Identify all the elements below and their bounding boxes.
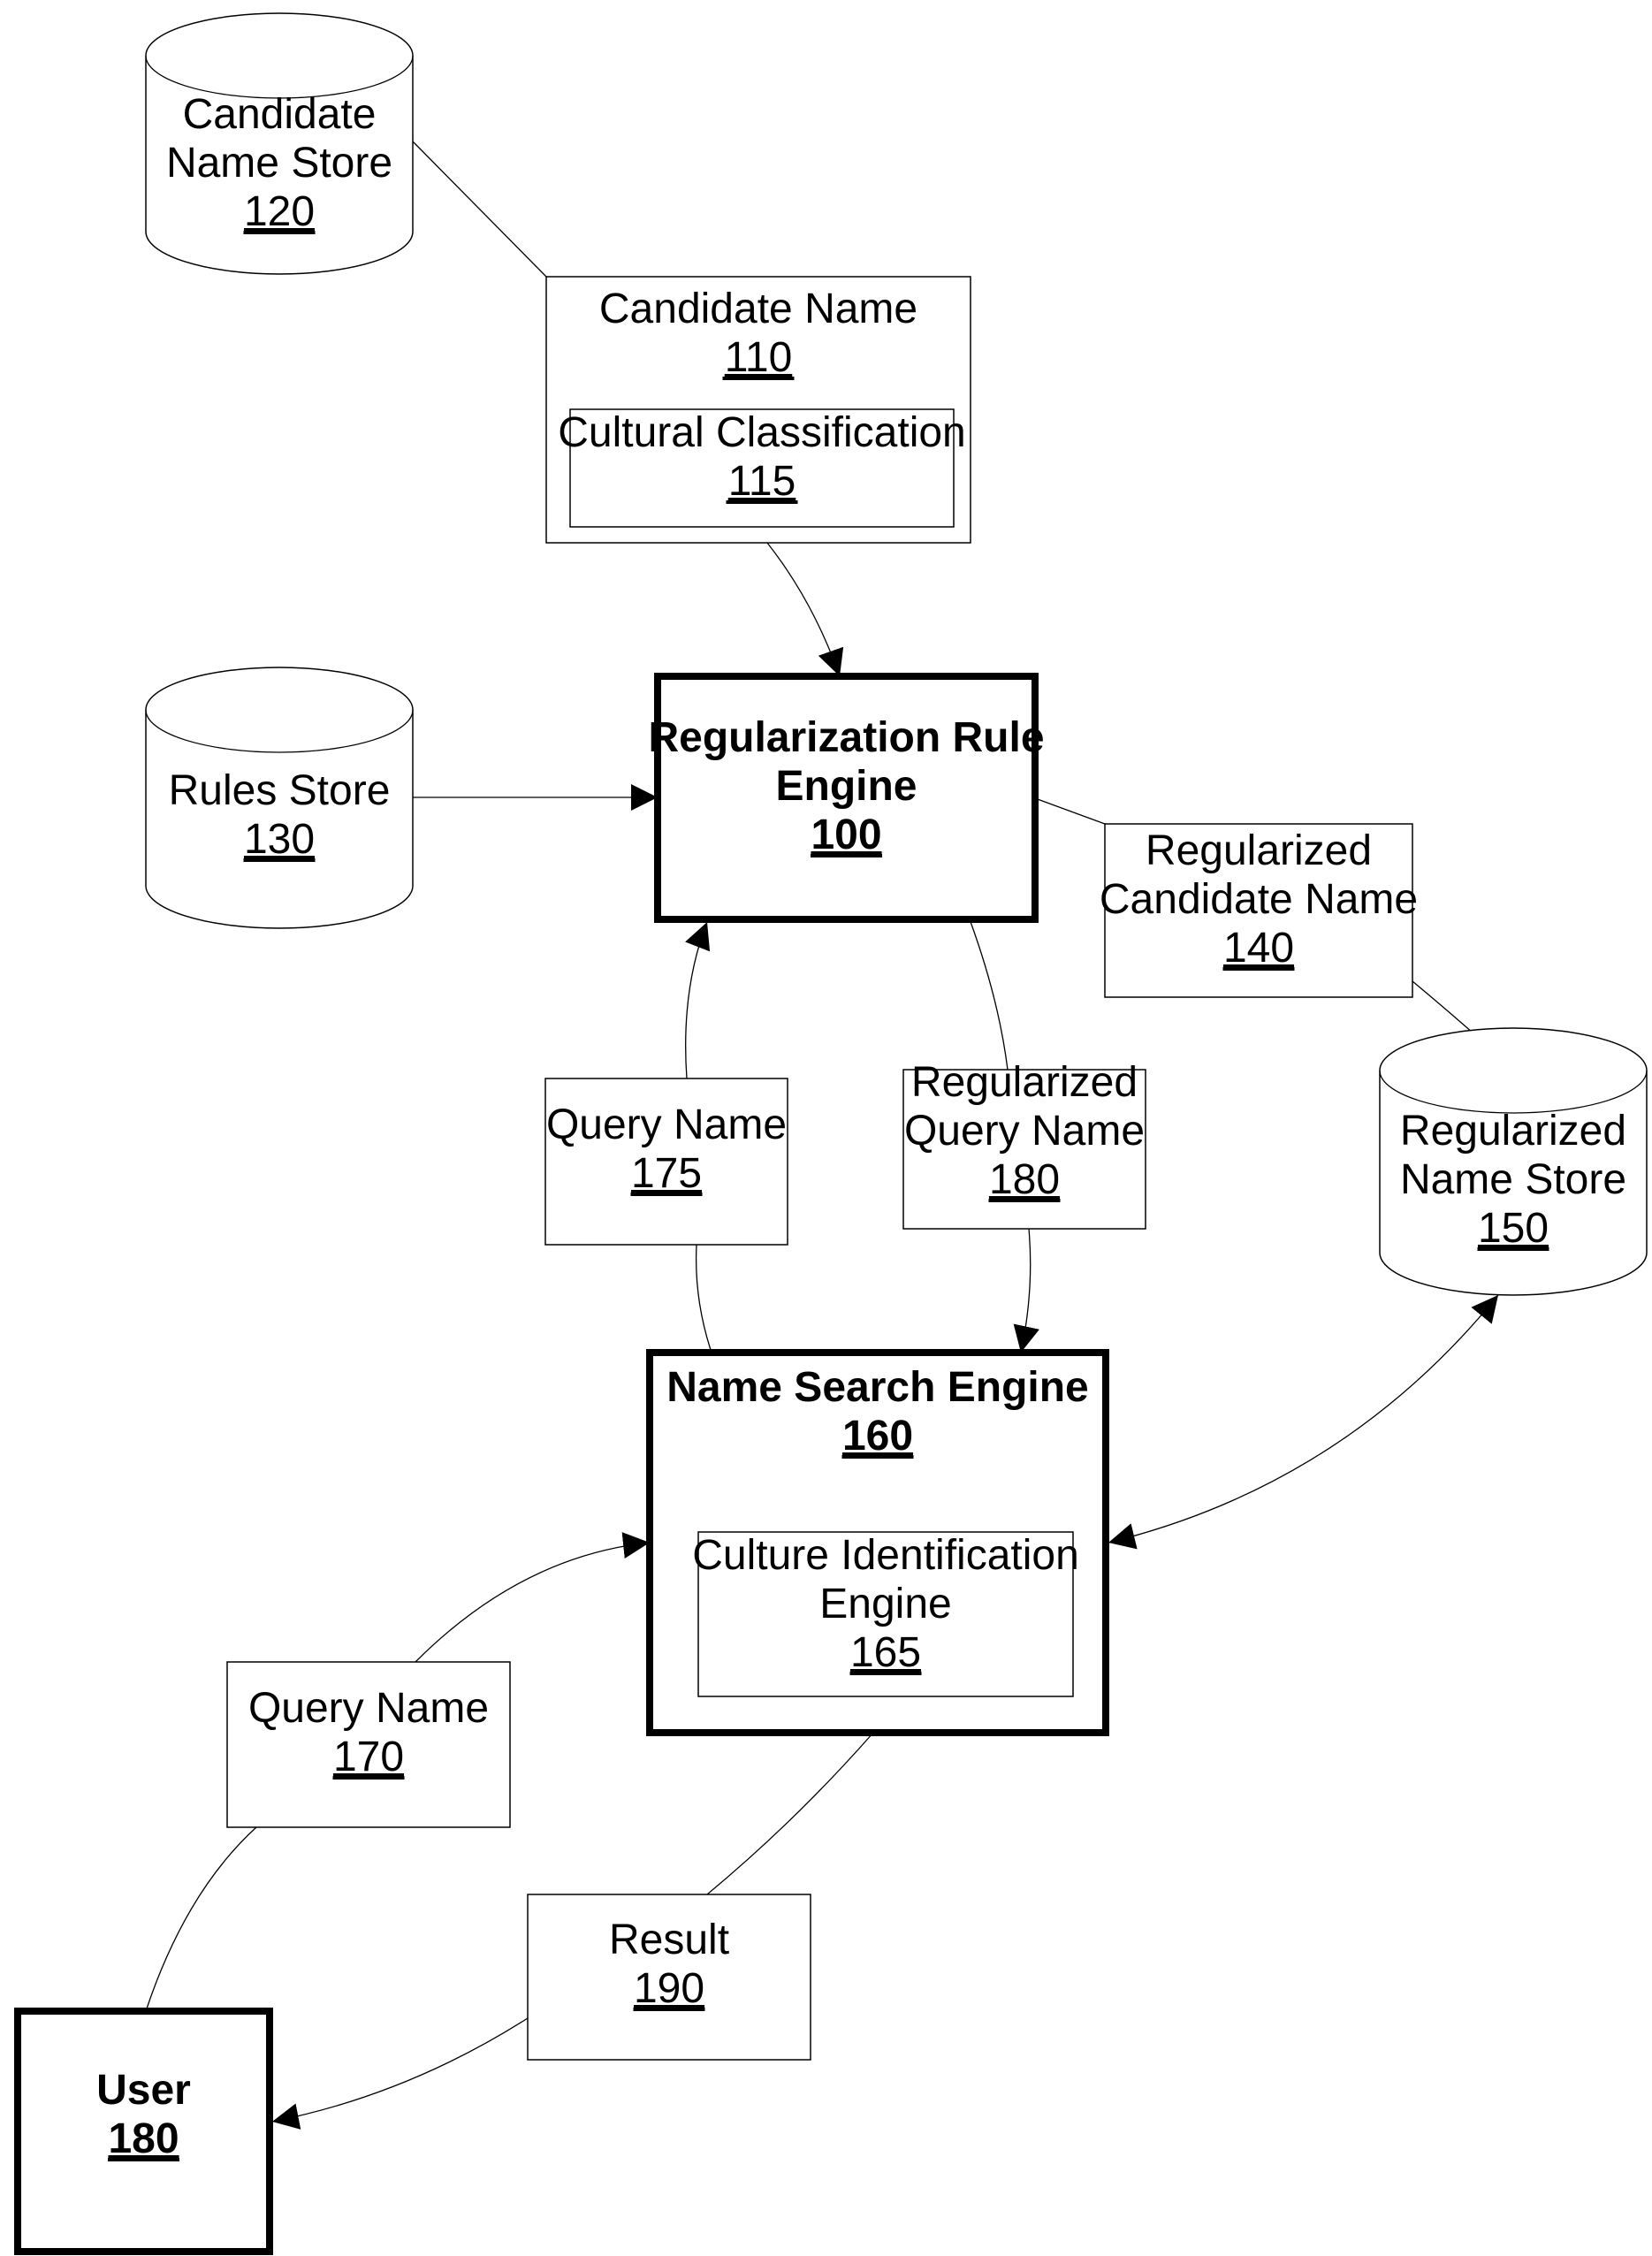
node-label-line: Engine bbox=[819, 1581, 951, 1627]
node-label-line: Candidate bbox=[183, 91, 377, 138]
edge-query-170-to-search-engine bbox=[415, 1532, 651, 1663]
node-label-line: Regularized bbox=[911, 1059, 1138, 1106]
reference-numeral: 110 bbox=[725, 334, 793, 381]
node-label-line: Name Search Engine bbox=[666, 1364, 1089, 1411]
edge-candidate-name-to-rule-engine bbox=[766, 542, 844, 677]
node-label-line: Cultural Classification bbox=[558, 409, 966, 456]
reference-numeral: 170 bbox=[333, 1734, 404, 1780]
reference-numeral: 190 bbox=[634, 1965, 704, 2012]
reference-numeral: 180 bbox=[108, 2115, 179, 2162]
reference-numeral: 180 bbox=[989, 1156, 1060, 1203]
node-label-line: Name Store bbox=[1400, 1156, 1626, 1203]
node-label-line: Result bbox=[609, 1917, 729, 1963]
node-label-line: Rules Store bbox=[169, 767, 391, 814]
node-label-line: Query Name bbox=[904, 1108, 1145, 1155]
reference-numeral: 160 bbox=[842, 1413, 913, 1460]
edge-search-engine-to-result bbox=[706, 1732, 874, 1895]
reference-numeral: 150 bbox=[1478, 1205, 1549, 1252]
system-diagram: CandidateName Store120Candidate Name110C… bbox=[14, 12, 1648, 2255]
edge-rule-engine-to-regularized-query bbox=[969, 918, 1009, 1071]
reference-numeral: 120 bbox=[244, 188, 315, 235]
edge-query-175-to-rule-engine bbox=[685, 921, 711, 1079]
edge-rule-engine-to-regularized-candidate bbox=[1034, 797, 1106, 825]
reference-numeral: 175 bbox=[631, 1150, 702, 1197]
edge-store-search-engine-bidirectional bbox=[1108, 1294, 1499, 1550]
reference-numeral: 165 bbox=[850, 1629, 921, 1676]
node-label-line: Candidate Name bbox=[1100, 876, 1418, 923]
reference-numeral: 130 bbox=[244, 816, 315, 863]
edge-search-engine-to-query-175 bbox=[695, 1244, 712, 1353]
edge-regularized-query-to-search-engine bbox=[1013, 1228, 1039, 1353]
node-label-line: Name Store bbox=[166, 140, 392, 187]
edge-result-to-user bbox=[271, 2017, 529, 2130]
node-label-line: User bbox=[96, 2067, 191, 2114]
reference-numeral: 115 bbox=[728, 458, 796, 505]
reference-numeral: 100 bbox=[811, 812, 881, 858]
nodes: CandidateName Store120Candidate Name110C… bbox=[14, 12, 1648, 2255]
node-label-line: Query Name bbox=[546, 1101, 787, 1148]
node-label-line: Culture Identification bbox=[692, 1532, 1079, 1579]
node-label-line: Regularization Rule bbox=[648, 714, 1044, 761]
edge-user-to-query-170 bbox=[145, 1826, 257, 2012]
node-label-line: Regularized bbox=[1400, 1108, 1626, 1155]
node-label-line: Regularized bbox=[1146, 827, 1372, 874]
edge-candidate-store-to-candidate-name bbox=[412, 141, 547, 278]
node-label-line: Engine bbox=[775, 763, 917, 810]
reference-numeral: 140 bbox=[1223, 925, 1294, 972]
node-label-line: Query Name bbox=[248, 1685, 489, 1732]
node-label-line: Candidate Name bbox=[599, 286, 917, 332]
